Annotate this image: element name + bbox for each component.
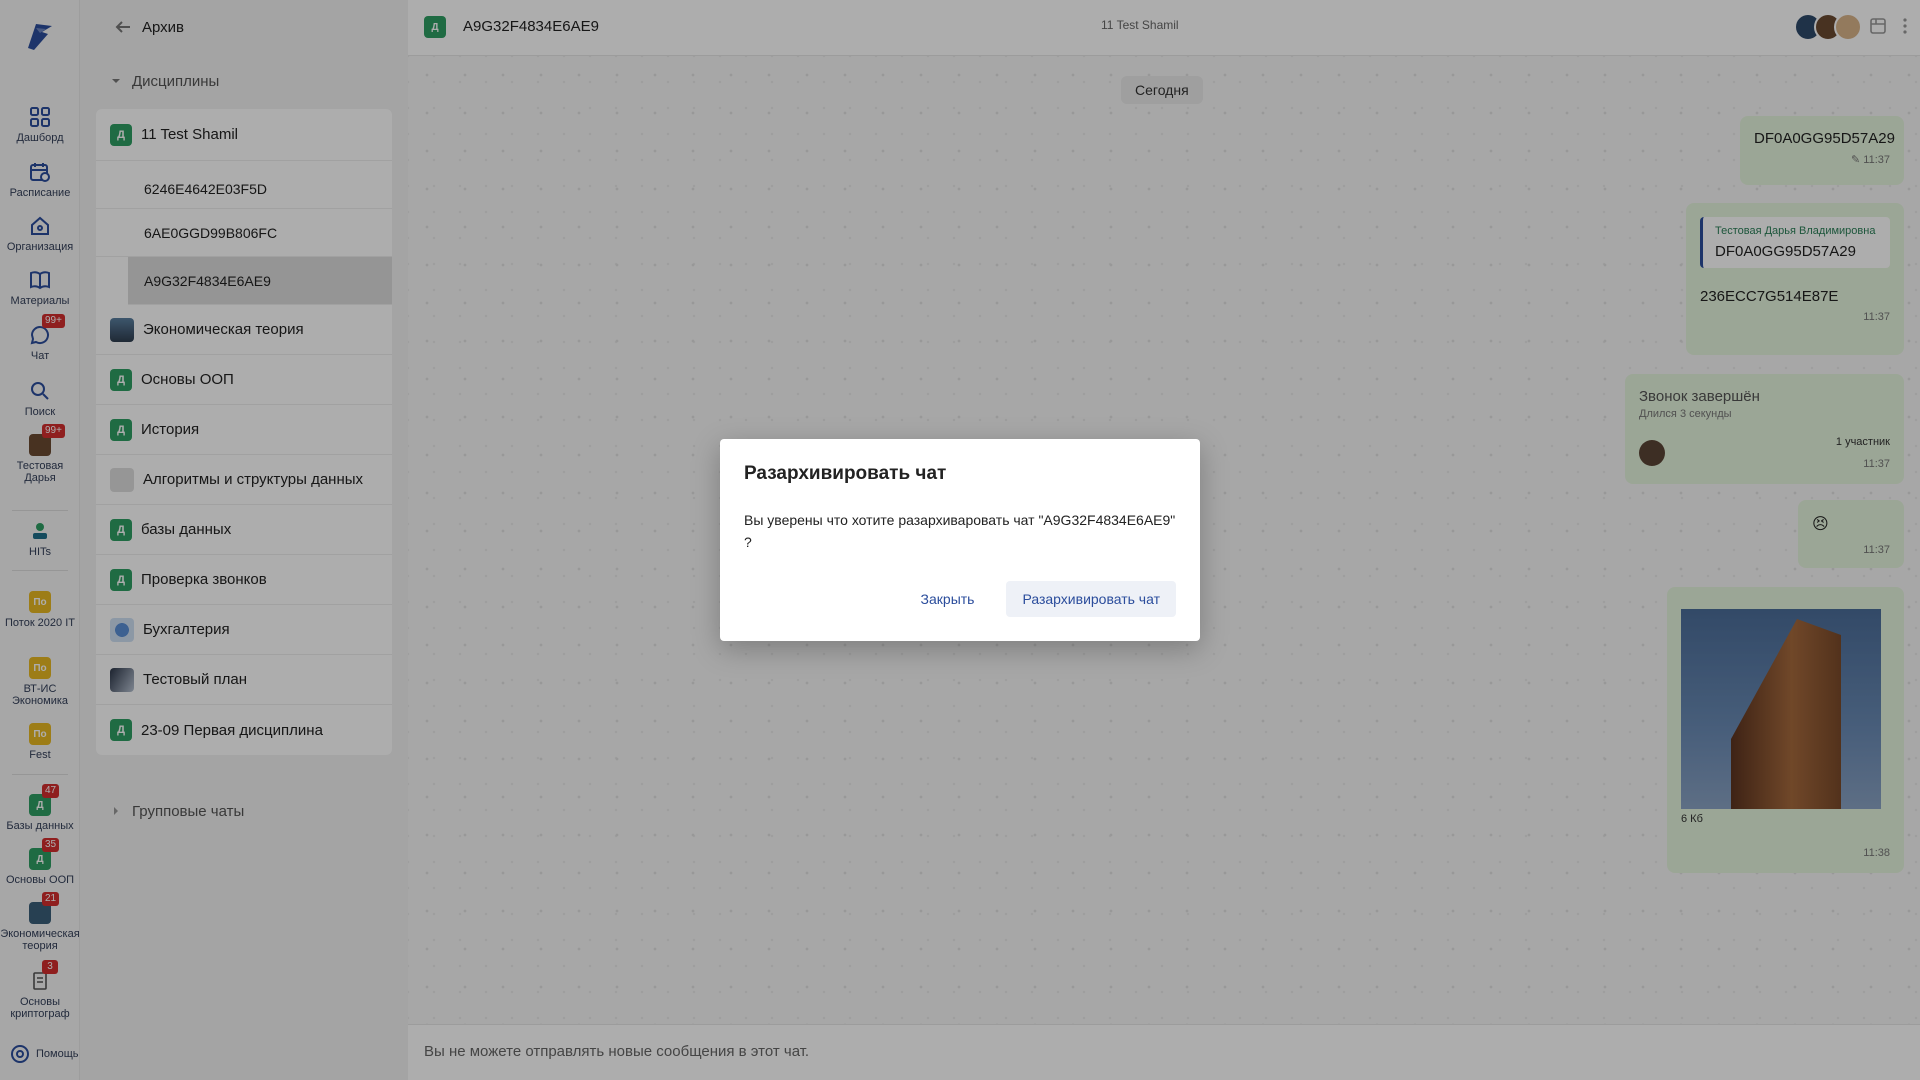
dialog-title: Разархивировать чат (744, 463, 947, 484)
unarchive-dialog: Разархивировать чат Вы уверены что хотит… (720, 439, 1200, 641)
close-button[interactable]: Закрыть (905, 581, 991, 617)
unarchive-button[interactable]: Разархивировать чат (1006, 581, 1176, 617)
dialog-message: Вы уверены что хотите разархиваровать ча… (744, 512, 1176, 550)
dialog-actions: Закрыть Разархивировать чат (905, 581, 1176, 617)
